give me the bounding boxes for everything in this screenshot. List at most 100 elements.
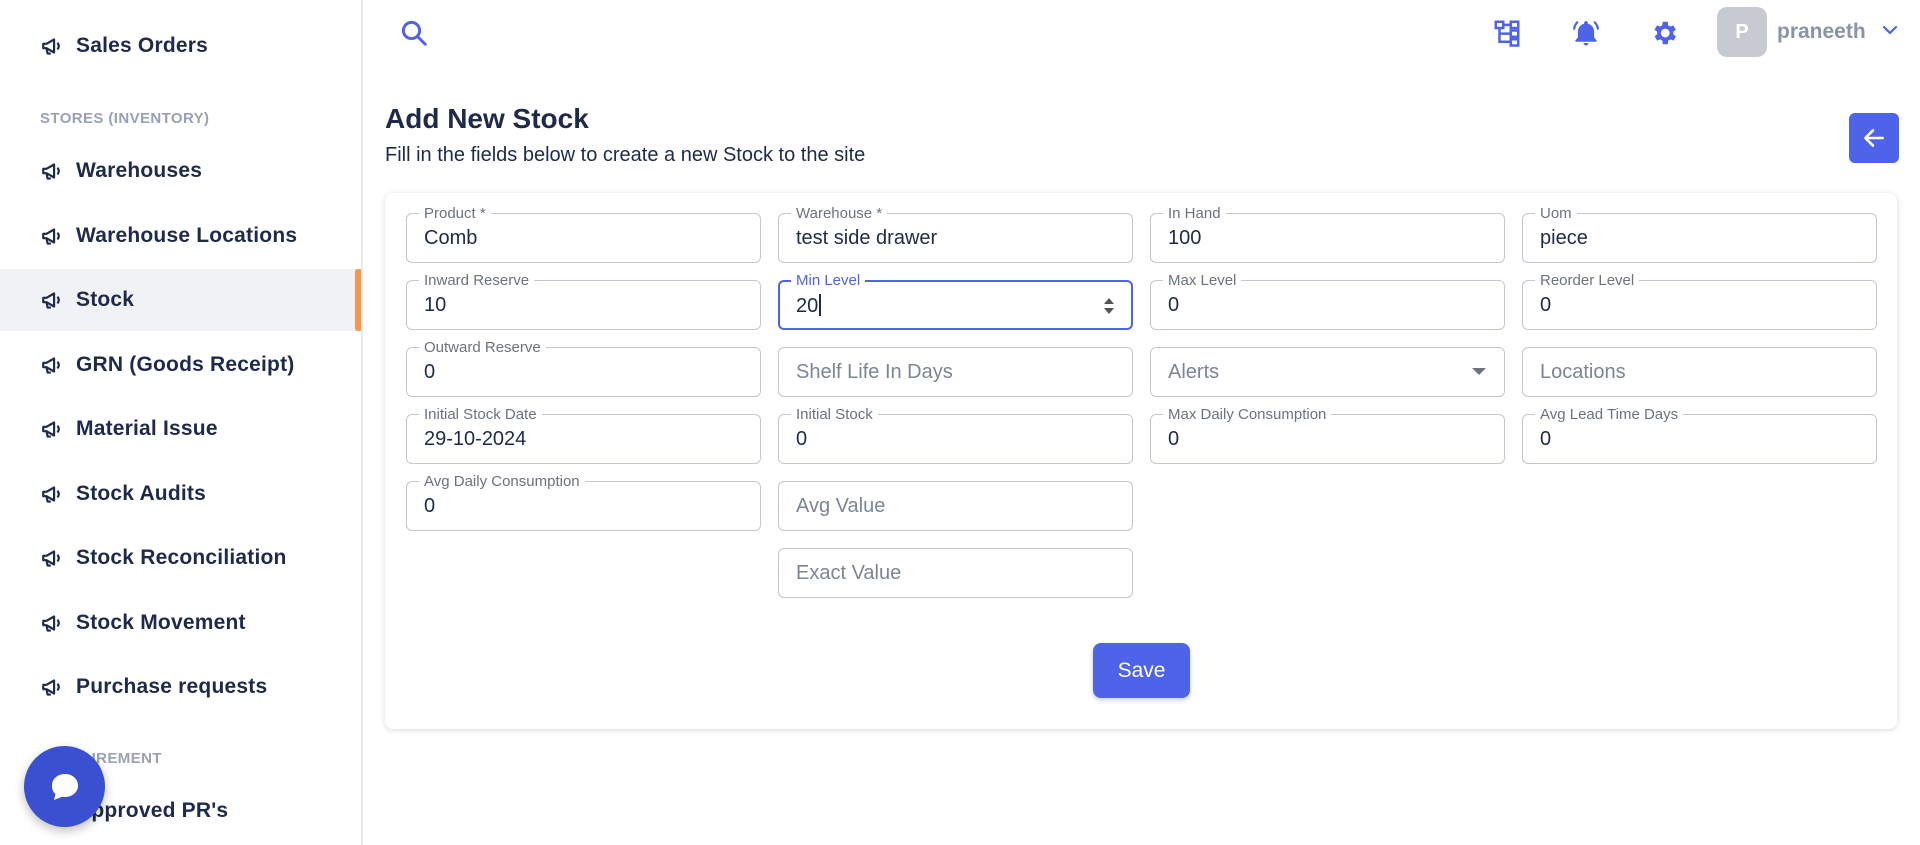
min-level-value: 20 xyxy=(796,294,822,318)
locations-placeholder: Locations xyxy=(1540,361,1626,383)
sidebar-item-purchase-requests[interactable]: Purchase requests xyxy=(0,656,361,718)
in-hand-value: 100 xyxy=(1168,227,1202,249)
sidebar-item-warehouse-locations[interactable]: Warehouse Locations xyxy=(0,205,361,267)
avg-daily-consumption-label: Avg Daily Consumption xyxy=(419,473,585,490)
megaphone-icon xyxy=(42,486,60,503)
sidebar-item-label: Purchase requests xyxy=(76,675,268,698)
min-level-label: Min Level xyxy=(791,272,866,289)
search-icon[interactable] xyxy=(399,18,429,48)
max-level-label: Max Level xyxy=(1163,272,1242,289)
sidebar-item-label: Stock Audits xyxy=(76,482,206,505)
in-hand-field[interactable]: In Hand 100 xyxy=(1150,205,1505,263)
save-button[interactable]: Save xyxy=(1093,643,1190,698)
exact-value-placeholder: Exact Value xyxy=(796,562,902,584)
megaphone-icon xyxy=(42,163,60,180)
product-field[interactable]: Product * Comb xyxy=(406,205,761,263)
sitemap-icon[interactable] xyxy=(1492,18,1522,48)
outward-reserve-value: 0 xyxy=(424,361,436,383)
number-stepper-icon[interactable] xyxy=(1101,294,1117,318)
in-hand-label: In Hand xyxy=(1163,205,1226,222)
max-daily-consumption-field[interactable]: Max Daily Consumption 0 xyxy=(1150,406,1505,464)
sidebar-item-stock-reconciliation[interactable]: Stock Reconciliation xyxy=(0,527,361,589)
initial-stock-date-value: 29-10-2024 xyxy=(424,428,527,450)
reorder-level-label: Reorder Level xyxy=(1535,272,1640,289)
sidebar-item-stock-movement[interactable]: Stock Movement xyxy=(0,592,361,654)
megaphone-icon xyxy=(42,421,60,438)
megaphone-icon xyxy=(42,679,60,696)
sidebar-item-label: GRN (Goods Receipt) xyxy=(76,353,295,376)
sidebar-item-label: Stock Movement xyxy=(76,611,246,634)
avatar[interactable]: P xyxy=(1717,7,1767,57)
sidebar-item-stock[interactable]: Stock xyxy=(0,269,361,331)
bell-icon[interactable] xyxy=(1571,18,1601,48)
product-label: Product * xyxy=(419,205,491,222)
alerts-placeholder: Alerts xyxy=(1168,361,1220,383)
megaphone-icon xyxy=(42,615,60,632)
caret-down-icon xyxy=(1472,368,1486,375)
initial-stock-label: Initial Stock xyxy=(791,406,878,423)
sidebar-item-label: Material Issue xyxy=(76,417,218,440)
reorder-level-field[interactable]: Reorder Level 0 xyxy=(1522,272,1877,330)
avg-value-placeholder: Avg Value xyxy=(796,495,886,517)
megaphone-icon xyxy=(42,38,60,55)
max-daily-consumption-value: 0 xyxy=(1168,428,1180,450)
max-level-field[interactable]: Max Level 0 xyxy=(1150,272,1505,330)
inward-reserve-label: Inward Reserve xyxy=(419,272,535,289)
shelf-life-field[interactable]: Shelf Life In Days xyxy=(778,347,1133,397)
chat-bubble-icon xyxy=(51,773,78,800)
initial-stock-date-label: Initial Stock Date xyxy=(419,406,542,423)
sidebar-item-sales-orders[interactable]: Sales Orders xyxy=(0,15,361,77)
outward-reserve-field[interactable]: Outward Reserve 0 xyxy=(406,339,761,397)
page-subtitle: Fill in the fields below to create a new… xyxy=(385,144,866,166)
locations-field[interactable]: Locations xyxy=(1522,347,1877,397)
max-level-value: 0 xyxy=(1168,294,1180,316)
uom-label: Uom xyxy=(1535,205,1577,222)
initial-stock-value: 0 xyxy=(796,428,808,450)
warehouse-label: Warehouse * xyxy=(791,205,888,222)
arrow-left-icon xyxy=(1864,129,1884,147)
product-value: Comb xyxy=(424,227,478,249)
avg-daily-consumption-field[interactable]: Avg Daily Consumption 0 xyxy=(406,473,761,531)
sidebar-item-label: Warehouse Locations xyxy=(76,224,298,247)
shelf-life-placeholder: Shelf Life In Days xyxy=(796,361,953,383)
megaphone-icon xyxy=(42,228,60,245)
topbar: P praneeth xyxy=(365,0,1920,70)
initial-stock-field[interactable]: Initial Stock 0 xyxy=(778,406,1133,464)
sidebar-item-label: Sales Orders xyxy=(76,34,208,57)
min-level-field[interactable]: Min Level 20 xyxy=(778,272,1133,330)
max-daily-consumption-label: Max Daily Consumption xyxy=(1163,406,1332,423)
warehouse-field[interactable]: Warehouse * test side drawer xyxy=(778,205,1133,263)
sidebar-item-label: Warehouses xyxy=(76,159,203,182)
username[interactable]: praneeth xyxy=(1777,20,1866,44)
avg-value-field[interactable]: Avg Value xyxy=(778,481,1133,531)
section-stores-label: STORES (INVENTORY) xyxy=(40,110,210,127)
sidebar-item-label: Stock xyxy=(76,288,135,311)
sidebar-item-warehouses[interactable]: Warehouses xyxy=(0,140,361,202)
sidebar-item-stock-audits[interactable]: Stock Audits xyxy=(0,463,361,525)
gear-icon[interactable] xyxy=(1649,18,1679,48)
back-button[interactable] xyxy=(1849,113,1899,163)
avg-lead-time-days-label: Avg Lead Time Days xyxy=(1535,406,1684,423)
warehouse-value: test side drawer xyxy=(796,227,938,249)
inward-reserve-field[interactable]: Inward Reserve 10 xyxy=(406,272,761,330)
inward-reserve-value: 10 xyxy=(424,294,447,316)
sidebar: Sales Orders STORES (INVENTORY) Warehous… xyxy=(0,0,363,845)
avg-lead-time-days-value: 0 xyxy=(1540,428,1552,450)
alerts-select[interactable]: Alerts xyxy=(1150,347,1505,397)
megaphone-icon xyxy=(42,357,60,374)
initial-stock-date-field[interactable]: Initial Stock Date 29-10-2024 xyxy=(406,406,761,464)
avg-daily-consumption-value: 0 xyxy=(424,495,436,517)
chat-button[interactable] xyxy=(24,746,105,827)
megaphone-icon xyxy=(42,292,60,309)
sidebar-item-material-issue[interactable]: Material Issue xyxy=(0,398,361,460)
sidebar-item-grn[interactable]: GRN (Goods Receipt) xyxy=(0,334,361,396)
megaphone-icon xyxy=(42,550,60,567)
exact-value-field[interactable]: Exact Value xyxy=(778,548,1133,598)
sidebar-item-label: Stock Reconciliation xyxy=(76,546,287,569)
uom-field[interactable]: Uom piece xyxy=(1522,205,1877,263)
outward-reserve-label: Outward Reserve xyxy=(419,339,546,356)
reorder-level-value: 0 xyxy=(1540,294,1552,316)
avg-lead-time-days-field[interactable]: Avg Lead Time Days 0 xyxy=(1522,406,1877,464)
chevron-down-icon[interactable] xyxy=(1880,20,1900,40)
uom-value: piece xyxy=(1540,227,1588,249)
